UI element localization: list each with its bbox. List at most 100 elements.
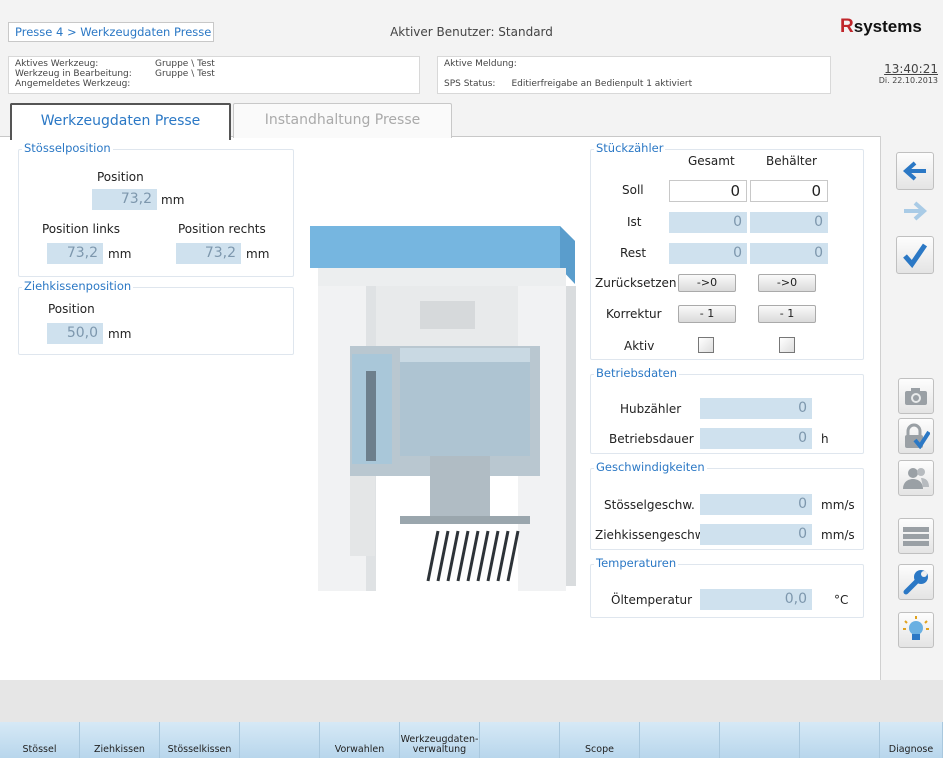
ziehkissengeschw-unit: mm/s [821, 528, 855, 542]
lightbulb-icon [903, 616, 929, 640]
bottom-nav: Stössel Ziehkissen Stösselkissen Vorwahl… [0, 722, 943, 758]
rest-gesamt-field: 0 [669, 243, 747, 264]
nav-empty-3[interactable] [640, 722, 720, 758]
users-icon [903, 468, 929, 489]
wrench-button[interactable] [898, 564, 934, 600]
message-info-box: Aktive Meldung: SPS Status: Editierfreiga… [437, 56, 831, 94]
logo-text: systems [853, 17, 922, 36]
betriebsdauer-unit: h [821, 432, 829, 446]
nav-stoesselkissen[interactable]: Stösselkissen [160, 722, 240, 758]
korrektur-label: Korrektur [606, 307, 662, 321]
oeltemperatur-unit: °C [834, 593, 849, 607]
logo-mark: R [840, 16, 854, 37]
oeltemperatur-label: Öltemperatur [611, 593, 693, 607]
sps-status-value: Editierfreigabe an Bedienpult 1 aktivier… [511, 79, 693, 89]
stoessel-left-label: Position links [42, 222, 121, 236]
status-area [0, 680, 943, 722]
active-tool-label: Aktives Werkzeug: [15, 59, 99, 69]
camera-icon [905, 388, 927, 405]
ziehkissen-position-title: Ziehkissenposition [22, 279, 134, 293]
checkmark-icon [903, 243, 928, 268]
ist-label: Ist [627, 215, 642, 229]
rest-label: Rest [620, 246, 647, 260]
reset-gesamt-button[interactable]: ->0 [678, 274, 736, 292]
geschwindigkeiten-title: Geschwindigkeiten [594, 460, 707, 474]
korrektur-gesamt-button[interactable]: - 1 [678, 305, 736, 323]
ziehkissen-position-group [18, 287, 294, 355]
nav-scope[interactable]: Scope [560, 722, 640, 758]
stoessel-right-field: 73,2 [176, 243, 241, 264]
korrektur-behaelter-button[interactable]: - 1 [758, 305, 816, 323]
soll-behaelter-input[interactable]: 0 [750, 180, 828, 202]
active-message-label: Aktive Meldung: [444, 59, 517, 69]
tab-werkzeugdaten-presse[interactable]: Werkzeugdaten Presse [10, 103, 231, 140]
temperaturen-title: Temperaturen [594, 556, 679, 570]
nav-empty-2[interactable] [480, 722, 560, 758]
rest-behaelter-field: 0 [750, 243, 828, 264]
reset-behaelter-button[interactable]: ->0 [758, 274, 816, 292]
hubzaehler-label: Hubzähler [620, 402, 682, 416]
hubzaehler-field: 0 [700, 398, 812, 419]
aktiv-label: Aktiv [624, 339, 655, 353]
lock-icon [905, 423, 930, 449]
nav-diagnose[interactable]: Diagnose [880, 722, 943, 758]
oeltemperatur-field: 0,0 [700, 589, 812, 610]
ziehkissen-pos-field: 50,0 [47, 323, 103, 344]
confirm-button[interactable] [896, 236, 934, 274]
active-tool-value: Gruppe \ Test [155, 59, 215, 69]
edit-tool-label: Werkzeug in Bearbeitung: [15, 69, 132, 79]
nav-empty-1[interactable] [240, 722, 320, 758]
stoessel-left-field: 73,2 [47, 243, 103, 264]
stoessel-left-unit: mm [108, 247, 132, 261]
aktiv-behaelter-checkbox[interactable] [779, 337, 795, 353]
tool-info-box: Aktives Werkzeug: Gruppe \ Test Werkzeug … [8, 56, 420, 94]
col-behaelter: Behälter [766, 154, 817, 168]
nav-stoessel[interactable]: Stössel [0, 722, 80, 758]
betriebsdauer-label: Betriebsdauer [609, 432, 694, 446]
lock-button[interactable] [898, 418, 934, 454]
arrow-left-icon [902, 161, 926, 181]
stoesselgeschw-field: 0 [700, 494, 812, 515]
nav-empty-5[interactable] [800, 722, 880, 758]
list-button[interactable] [898, 518, 934, 554]
stoesselgeschw-label: Stösselgeschw. [604, 498, 695, 512]
users-button[interactable] [898, 460, 934, 496]
arrow-right-icon [904, 201, 928, 221]
aktiv-gesamt-checkbox[interactable] [698, 337, 714, 353]
stoessel-position-title: Stösselposition [22, 141, 113, 155]
nav-werkzeugdatenverwaltung[interactable]: Werkzeugdaten- verwaltung [400, 722, 480, 758]
ziehkissen-pos-unit: mm [108, 327, 132, 341]
ziehkissengeschw-label: Ziehkissengeschw. [595, 528, 708, 542]
forward-button[interactable] [896, 192, 934, 230]
tab-instandhaltung-presse[interactable]: Instandhaltung Presse [233, 103, 452, 138]
stoessel-pos-field: 73,2 [92, 189, 157, 210]
wrench-icon [903, 570, 928, 595]
betriebsdauer-field: 0 [700, 428, 812, 449]
col-gesamt: Gesamt [688, 154, 735, 168]
soll-label: Soll [622, 183, 644, 197]
edit-tool-value: Gruppe \ Test [155, 69, 215, 79]
logo: Rsystems [840, 16, 922, 38]
press-illustration [310, 226, 576, 591]
clock-time: 13:40:21 [884, 62, 938, 76]
soll-gesamt-input[interactable]: 0 [669, 180, 747, 202]
stoessel-pos-label: Position [97, 170, 144, 184]
ist-gesamt-field: 0 [669, 212, 747, 233]
stueckzaehler-title: Stückzähler [594, 141, 666, 155]
ziehkissen-pos-label: Position [48, 302, 95, 316]
registered-tool-label: Angemeldetes Werkzeug: [15, 79, 131, 89]
betriebsdaten-title: Betriebsdaten [594, 366, 679, 380]
nav-empty-4[interactable] [720, 722, 800, 758]
lightbulb-button[interactable] [898, 612, 934, 648]
stoesselgeschw-unit: mm/s [821, 498, 855, 512]
back-button[interactable] [896, 152, 934, 190]
clock-date: Di. 22.10.2013 [878, 76, 938, 85]
nav-ziehkissen[interactable]: Ziehkissen [80, 722, 160, 758]
stoessel-right-unit: mm [246, 247, 270, 261]
reset-label: Zurücksetzen [595, 276, 677, 290]
ziehkissengeschw-field: 0 [700, 524, 812, 545]
clock: 13:40:21 Di. 22.10.2013 [850, 62, 938, 85]
camera-button[interactable] [898, 378, 934, 414]
nav-vorwahlen[interactable]: Vorwahlen [320, 722, 400, 758]
stoessel-pos-unit: mm [161, 193, 185, 207]
